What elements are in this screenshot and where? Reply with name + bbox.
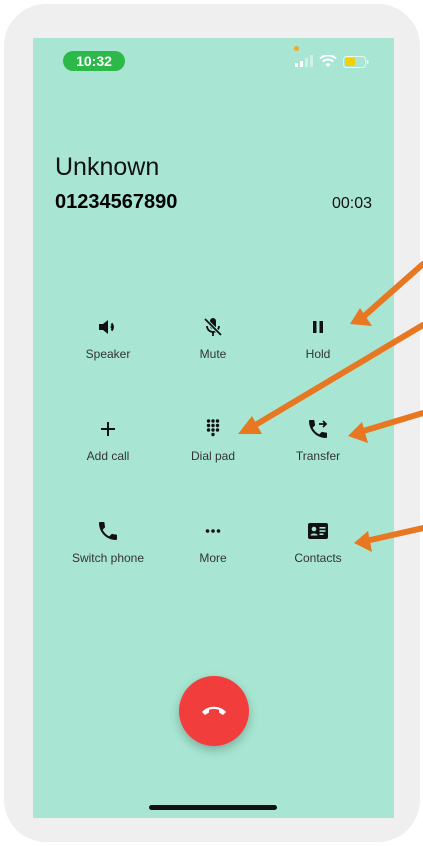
privacy-indicator-dot xyxy=(294,46,299,51)
status-time[interactable]: 10:32 xyxy=(63,51,125,71)
mic-off-icon xyxy=(203,317,223,337)
signal-icon xyxy=(295,55,313,67)
contacts-label: Contacts xyxy=(294,551,342,565)
phone-icon xyxy=(99,522,117,540)
hold-label: Hold xyxy=(305,347,331,361)
add-call-label: Add call xyxy=(86,449,130,463)
call-screen: 10:32 Unknown 01234567890 00:03 Speaker … xyxy=(33,38,394,818)
more-button[interactable]: More xyxy=(158,519,268,579)
transfer-label: Transfer xyxy=(295,449,341,463)
speaker-label: Speaker xyxy=(85,347,131,361)
speaker-icon xyxy=(99,320,114,334)
battery-icon xyxy=(343,56,369,68)
add-call-button[interactable]: Add call xyxy=(53,417,163,477)
hold-button[interactable]: Hold xyxy=(263,315,373,375)
switch-phone-button[interactable]: Switch phone xyxy=(53,519,163,579)
contact-card-icon xyxy=(308,523,328,539)
switch-phone-label: Switch phone xyxy=(71,551,145,565)
dialpad-icon xyxy=(206,419,220,437)
mute-label: Mute xyxy=(199,347,227,361)
speaker-button[interactable]: Speaker xyxy=(53,315,163,375)
end-call-button[interactable] xyxy=(179,676,249,746)
end-call-icon xyxy=(202,706,226,715)
more-dots-icon xyxy=(205,529,221,533)
dial-pad-label: Dial pad xyxy=(190,449,236,463)
wifi-icon xyxy=(319,55,337,67)
status-bar: 10:32 xyxy=(33,38,394,78)
caller-name: Unknown xyxy=(55,153,160,181)
call-duration: 00:03 xyxy=(331,195,372,212)
pause-icon xyxy=(313,321,323,333)
caller-number: 01234567890 xyxy=(55,191,178,213)
home-indicator[interactable] xyxy=(149,805,277,810)
more-label: More xyxy=(199,551,227,565)
plus-icon xyxy=(101,422,115,436)
transfer-button[interactable]: Transfer xyxy=(263,417,373,477)
call-transfer-icon xyxy=(309,420,328,438)
contacts-button[interactable]: Contacts xyxy=(263,519,373,579)
dial-pad-button[interactable]: Dial pad xyxy=(158,417,268,477)
mute-button[interactable]: Mute xyxy=(158,315,268,375)
